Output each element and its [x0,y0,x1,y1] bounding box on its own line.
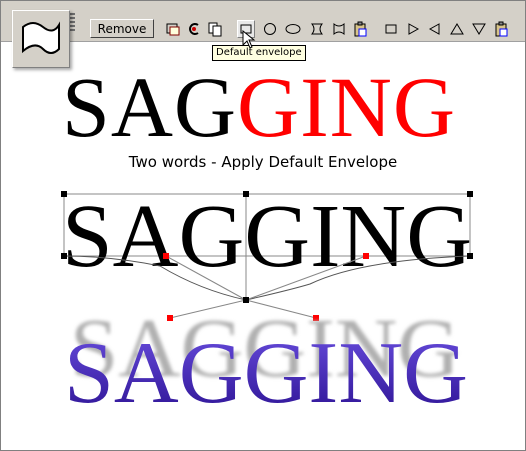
paste-shape-icon[interactable] [351,20,369,38]
title-black-part: SAG [62,59,238,155]
toolbar: Remove [1,1,525,42]
caption: Two words - Apply Default Envelope [128,153,398,171]
handle-bottom-left[interactable] [61,253,67,259]
result-text: SAGGING [64,325,468,422]
triangle-up-icon[interactable] [448,20,466,38]
square-icon[interactable] [382,20,400,38]
tool-flag-icon [22,21,60,54]
remove-button[interactable]: Remove [90,19,154,38]
title-red-part: GING [237,59,457,155]
clipboard-icon[interactable] [492,20,510,38]
title-sagging: SAGGING [62,64,456,150]
hourglass-envelope-icon[interactable] [308,20,326,38]
handle-bottom-right[interactable] [467,253,473,259]
handle-top-middle[interactable] [243,191,249,197]
clear-envelope-icon[interactable] [206,20,224,38]
triangle-right-icon[interactable] [404,20,422,38]
envelope-illustration: SAGGING SAGGING SAGGING [61,187,473,422]
handle-top-left[interactable] [61,191,67,197]
triangle-left-icon[interactable] [426,20,444,38]
bowtie-envelope-icon[interactable] [330,20,348,38]
triangle-down-icon[interactable] [470,20,488,38]
paste-envelope-icon[interactable] [185,20,203,38]
circle-envelope-icon[interactable] [261,20,279,38]
control-point-right[interactable] [363,253,369,259]
envelope-text: SAGGING [62,187,472,286]
copy-envelope-icon[interactable] [164,20,182,38]
mouse-cursor-icon [242,30,256,49]
handle-top-right[interactable] [467,191,473,197]
ellipse-envelope-icon[interactable] [284,20,302,38]
control-point-left[interactable] [163,253,169,259]
